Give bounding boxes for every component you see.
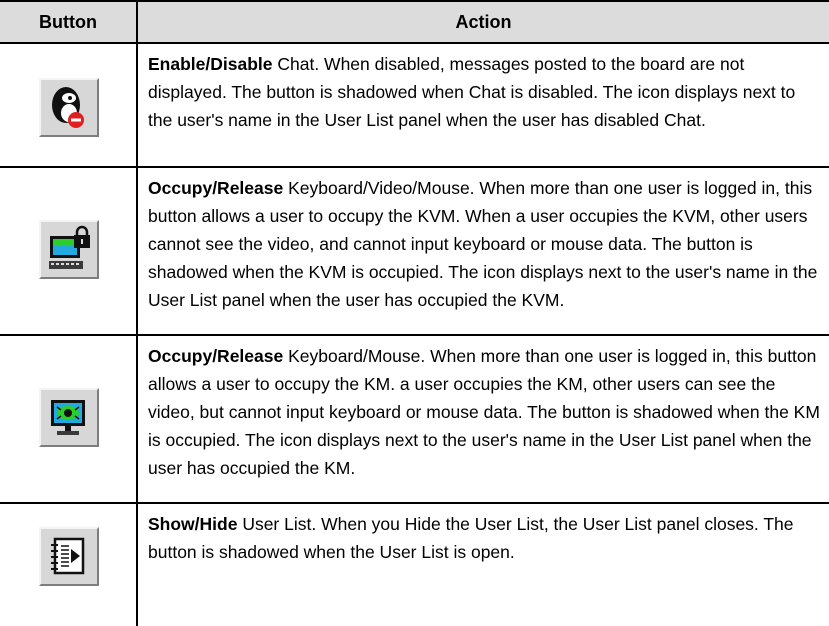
action-text: Occupy/Release Keyboard/Video/Mouse. Whe… [148,174,824,314]
header-button: Button [39,12,97,32]
action-description: User List. When you Hide the User List, … [148,514,794,562]
action-text: Enable/Disable Chat. When disabled, mess… [148,50,824,134]
kvm-occupy-button [39,220,99,279]
action-title: Occupy/Release [148,178,284,198]
table-row: Occupy/Release Keyboard/Video/Mouse. Whe… [0,168,829,336]
table-row: Enable/Disable Chat. When disabled, mess… [0,44,829,168]
chat-disable-button [39,78,99,137]
user-list-button [39,527,99,586]
action-title: Show/Hide [148,514,238,534]
kvm-occupy-icon [49,225,90,269]
table-header: Button Action [0,0,829,44]
km-occupy-icon [51,400,85,435]
km-occupy-button [39,388,99,447]
action-title: Enable/Disable [148,54,273,74]
action-text: Occupy/Release Keyboard/Mouse. When more… [148,342,824,482]
button-action-table: Button Action Enable/Disable Chat. When … [0,0,829,626]
table-row: Occupy/Release Keyboard/Mouse. When more… [0,336,829,504]
action-text: Show/Hide User List. When you Hide the U… [148,510,824,566]
table-row: Show/Hide User List. When you Hide the U… [0,504,829,626]
action-title: Occupy/Release [148,346,284,366]
chat-disable-icon [52,87,84,128]
header-action: Action [455,12,512,32]
user-list-icon [51,537,85,575]
